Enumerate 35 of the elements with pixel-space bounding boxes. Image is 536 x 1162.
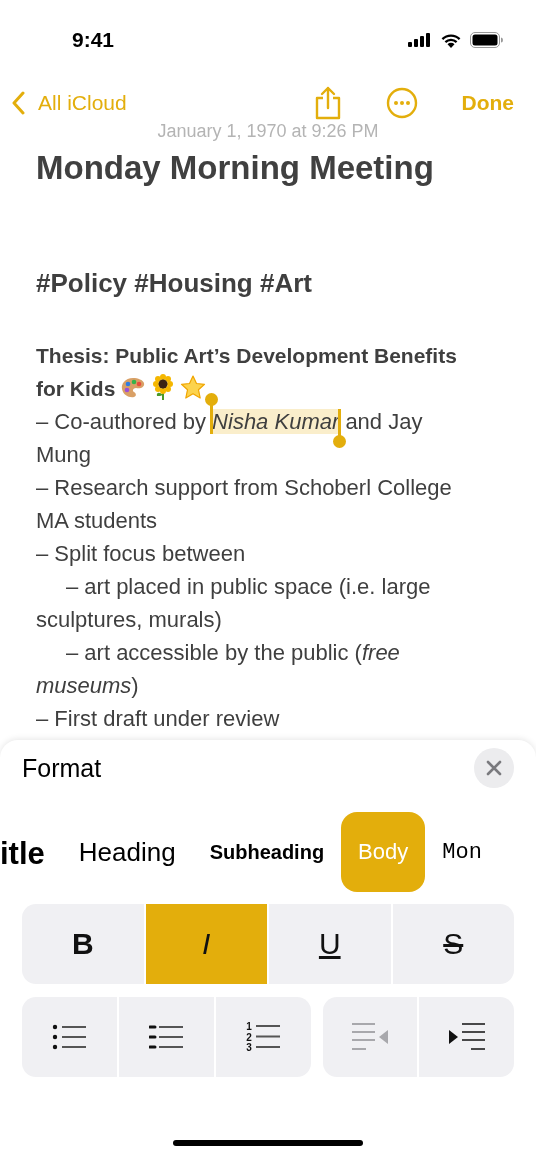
note-tags: #Policy #Housing #Art — [36, 265, 472, 301]
style-option[interactable]: Subheading — [192, 812, 342, 892]
sheet-title: Format — [22, 753, 102, 783]
style-option[interactable]: itle — [0, 814, 62, 892]
note-paragraph: – Split focus between — [36, 540, 247, 568]
sunflower-icon — [151, 374, 176, 400]
bulleted-list-icon — [52, 1024, 87, 1050]
note-paragraph: – art placed in public space (i.e. large sculptures, murals) — [36, 573, 432, 634]
note-paragraph: – First draft under review — [36, 705, 281, 733]
list-style-button[interactable] — [118, 997, 214, 1077]
indent-button[interactable] — [419, 997, 514, 1077]
text-style-button[interactable]: U — [269, 904, 391, 984]
text-style-button[interactable]: B — [22, 904, 144, 984]
chevron-left-icon — [12, 91, 26, 115]
note-paragraph: – Research support from Schoberl College MA students — [36, 474, 453, 535]
signal-icon — [408, 33, 432, 47]
note-date: January 1, 1970 at 9:26 PM — [156, 120, 380, 142]
close-button[interactable] — [474, 748, 514, 788]
palette-icon — [120, 376, 147, 400]
note-title: Monday Morning Meeting — [36, 148, 435, 188]
text-style-button[interactable]: S — [392, 904, 514, 984]
list-style-button[interactable]: 1 2 3 — [215, 997, 311, 1077]
status-time: 9:41 — [72, 28, 115, 52]
decrease-indent-icon — [349, 1022, 390, 1052]
note-paragraph: – art accessible by the public (free museums) — [36, 639, 401, 700]
list-style-button[interactable] — [22, 997, 117, 1077]
star-icon — [180, 375, 207, 400]
wifi-icon — [440, 32, 462, 48]
battery-icon — [470, 32, 504, 48]
style-option[interactable]: Mon — [425, 812, 482, 892]
increase-indent-icon — [446, 1022, 487, 1052]
style-option[interactable]: Heading — [61, 812, 193, 892]
dashed-list-icon — [149, 1024, 184, 1050]
close-icon — [486, 760, 502, 776]
text-style-button[interactable]: I — [145, 904, 267, 984]
